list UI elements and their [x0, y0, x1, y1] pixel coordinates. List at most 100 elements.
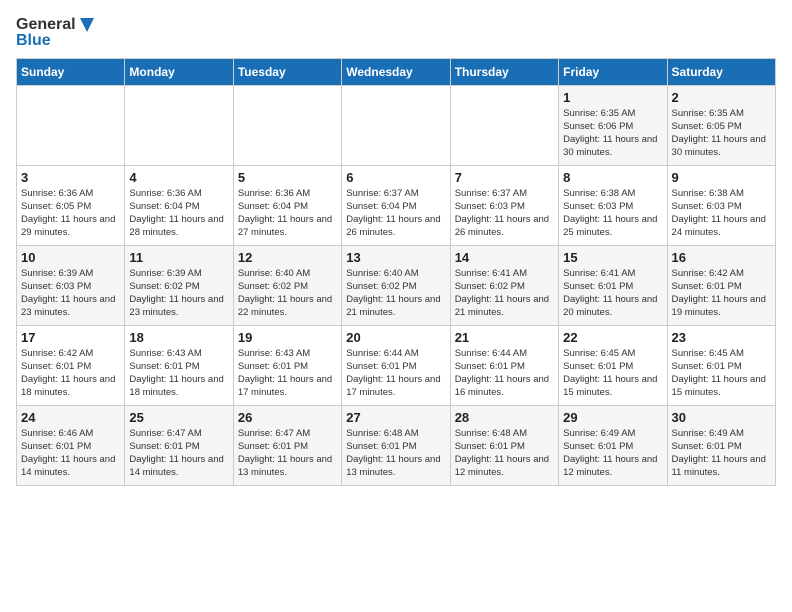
day-info: Sunrise: 6:40 AM Sunset: 6:02 PM Dayligh…	[238, 267, 337, 320]
header-cell-thursday: Thursday	[450, 58, 558, 85]
logo-blue: Blue	[16, 32, 96, 50]
day-number: 22	[563, 330, 662, 345]
header-cell-tuesday: Tuesday	[233, 58, 341, 85]
day-cell: 21Sunrise: 6:44 AM Sunset: 6:01 PM Dayli…	[450, 325, 558, 405]
day-info: Sunrise: 6:46 AM Sunset: 6:01 PM Dayligh…	[21, 427, 120, 480]
day-number: 8	[563, 170, 662, 185]
page-header: General Blue	[16, 16, 776, 50]
day-number: 24	[21, 410, 120, 425]
day-number: 10	[21, 250, 120, 265]
day-cell: 12 Sunrise: 6:40 AM Sunset: 6:02 PM Dayli…	[233, 245, 341, 325]
day-number: 9	[672, 170, 771, 185]
day-number: 21	[455, 330, 554, 345]
day-number: 28	[455, 410, 554, 425]
day-cell: 6 Sunrise: 6:37 AM Sunset: 6:04 PM Daylig…	[342, 165, 450, 245]
day-cell: 4 Sunrise: 6:36 AM Sunset: 6:04 PM Daylig…	[125, 165, 233, 245]
week-row-3: 10 Sunrise: 6:39 AM Sunset: 6:03 PM Dayli…	[17, 245, 776, 325]
day-cell	[233, 85, 341, 165]
day-info: Sunrise: 6:35 AM Sunset: 6:06 PM Dayligh…	[563, 107, 662, 160]
calendar-header: SundayMondayTuesdayWednesdayThursdayFrid…	[17, 58, 776, 85]
day-cell: 30Sunrise: 6:49 AM Sunset: 6:01 PM Dayli…	[667, 405, 775, 485]
day-info: Sunrise: 6:42 AM Sunset: 6:01 PM Dayligh…	[21, 347, 120, 400]
day-cell: 29 Sunrise: 6:49 AM Sunset: 6:01 PM Dayli…	[559, 405, 667, 485]
day-cell: 16 Sunrise: 6:42 AM Sunset: 6:01 PM Dayli…	[667, 245, 775, 325]
day-number: 27	[346, 410, 445, 425]
day-cell: 28 Sunrise: 6:48 AM Sunset: 6:01 PM Dayli…	[450, 405, 558, 485]
day-number: 19	[238, 330, 337, 345]
day-info: Sunrise: 6:39 AM Sunset: 6:03 PM Dayligh…	[21, 267, 120, 320]
day-number: 4	[129, 170, 228, 185]
day-cell: 15 Sunrise: 6:41 AM Sunset: 6:01 PM Dayli…	[559, 245, 667, 325]
day-number: 23	[672, 330, 771, 345]
logo: General Blue	[16, 16, 96, 50]
day-number: 6	[346, 170, 445, 185]
day-cell: 22 Sunrise: 6:45 AM Sunset: 6:01 PM Dayli…	[559, 325, 667, 405]
day-info: Sunrise: 6:37 AM Sunset: 6:04 PM Dayligh…	[346, 187, 445, 240]
day-info: Sunrise: 6:38 AM Sunset: 6:03 PM Dayligh…	[672, 187, 771, 240]
day-info: Sunrise: 6:37 AM Sunset: 6:03 PM Dayligh…	[455, 187, 554, 240]
day-info: Sunrise: 6:49 AM Sunset: 6:01 PM Dayligh…	[672, 427, 771, 480]
day-cell: 19 Sunrise: 6:43 AM Sunset: 6:01 PM Dayli…	[233, 325, 341, 405]
day-cell	[342, 85, 450, 165]
day-cell: 25 Sunrise: 6:47 AM Sunset: 6:01 PM Dayli…	[125, 405, 233, 485]
day-info: Sunrise: 6:43 AM Sunset: 6:01 PM Dayligh…	[129, 347, 228, 400]
day-number: 29	[563, 410, 662, 425]
header-cell-wednesday: Wednesday	[342, 58, 450, 85]
day-info: Sunrise: 6:47 AM Sunset: 6:01 PM Dayligh…	[238, 427, 337, 480]
week-row-4: 17 Sunrise: 6:42 AM Sunset: 6:01 PM Dayli…	[17, 325, 776, 405]
day-info: Sunrise: 6:36 AM Sunset: 6:04 PM Dayligh…	[129, 187, 228, 240]
header-cell-saturday: Saturday	[667, 58, 775, 85]
day-info: Sunrise: 6:38 AM Sunset: 6:03 PM Dayligh…	[563, 187, 662, 240]
day-cell: 11Sunrise: 6:39 AM Sunset: 6:02 PM Dayli…	[125, 245, 233, 325]
day-number: 2	[672, 90, 771, 105]
day-info: Sunrise: 6:48 AM Sunset: 6:01 PM Dayligh…	[455, 427, 554, 480]
week-row-1: 1 Sunrise: 6:35 AM Sunset: 6:06 PM Daylig…	[17, 85, 776, 165]
day-cell: 9 Sunrise: 6:38 AM Sunset: 6:03 PM Daylig…	[667, 165, 775, 245]
day-cell: 24 Sunrise: 6:46 AM Sunset: 6:01 PM Dayli…	[17, 405, 125, 485]
day-cell	[125, 85, 233, 165]
day-info: Sunrise: 6:49 AM Sunset: 6:01 PM Dayligh…	[563, 427, 662, 480]
day-cell: 26 Sunrise: 6:47 AM Sunset: 6:01 PM Dayli…	[233, 405, 341, 485]
day-info: Sunrise: 6:43 AM Sunset: 6:01 PM Dayligh…	[238, 347, 337, 400]
day-info: Sunrise: 6:36 AM Sunset: 6:05 PM Dayligh…	[21, 187, 120, 240]
day-cell: 3 Sunrise: 6:36 AM Sunset: 6:05 PM Daylig…	[17, 165, 125, 245]
day-number: 16	[672, 250, 771, 265]
day-number: 15	[563, 250, 662, 265]
day-cell: 27 Sunrise: 6:48 AM Sunset: 6:01 PM Dayli…	[342, 405, 450, 485]
day-info: Sunrise: 6:40 AM Sunset: 6:02 PM Dayligh…	[346, 267, 445, 320]
day-number: 3	[21, 170, 120, 185]
header-cell-friday: Friday	[559, 58, 667, 85]
day-info: Sunrise: 6:41 AM Sunset: 6:01 PM Dayligh…	[563, 267, 662, 320]
header-cell-sunday: Sunday	[17, 58, 125, 85]
day-cell	[17, 85, 125, 165]
day-number: 18	[129, 330, 228, 345]
day-number: 26	[238, 410, 337, 425]
day-number: 20	[346, 330, 445, 345]
day-number: 12	[238, 250, 337, 265]
week-row-5: 24 Sunrise: 6:46 AM Sunset: 6:01 PM Dayli…	[17, 405, 776, 485]
day-cell: 1 Sunrise: 6:35 AM Sunset: 6:06 PM Daylig…	[559, 85, 667, 165]
day-number: 5	[238, 170, 337, 185]
day-info: Sunrise: 6:48 AM Sunset: 6:01 PM Dayligh…	[346, 427, 445, 480]
day-info: Sunrise: 6:45 AM Sunset: 6:01 PM Dayligh…	[672, 347, 771, 400]
day-info: Sunrise: 6:47 AM Sunset: 6:01 PM Dayligh…	[129, 427, 228, 480]
day-cell	[450, 85, 558, 165]
day-info: Sunrise: 6:42 AM Sunset: 6:01 PM Dayligh…	[672, 267, 771, 320]
day-number: 25	[129, 410, 228, 425]
calendar-table: SundayMondayTuesdayWednesdayThursdayFrid…	[16, 58, 776, 486]
day-info: Sunrise: 6:36 AM Sunset: 6:04 PM Dayligh…	[238, 187, 337, 240]
day-cell: 10 Sunrise: 6:39 AM Sunset: 6:03 PM Dayli…	[17, 245, 125, 325]
day-info: Sunrise: 6:45 AM Sunset: 6:01 PM Dayligh…	[563, 347, 662, 400]
day-number: 7	[455, 170, 554, 185]
day-info: Sunrise: 6:41 AM Sunset: 6:02 PM Dayligh…	[455, 267, 554, 320]
day-number: 17	[21, 330, 120, 345]
logo-container: General Blue	[16, 16, 96, 50]
day-number: 11	[129, 250, 228, 265]
day-cell: 17 Sunrise: 6:42 AM Sunset: 6:01 PM Dayli…	[17, 325, 125, 405]
day-cell: 2Sunrise: 6:35 AM Sunset: 6:05 PM Daylig…	[667, 85, 775, 165]
day-cell: 13Sunrise: 6:40 AM Sunset: 6:02 PM Dayli…	[342, 245, 450, 325]
day-cell: 8 Sunrise: 6:38 AM Sunset: 6:03 PM Daylig…	[559, 165, 667, 245]
day-number: 1	[563, 90, 662, 105]
day-number: 14	[455, 250, 554, 265]
week-row-2: 3 Sunrise: 6:36 AM Sunset: 6:05 PM Daylig…	[17, 165, 776, 245]
